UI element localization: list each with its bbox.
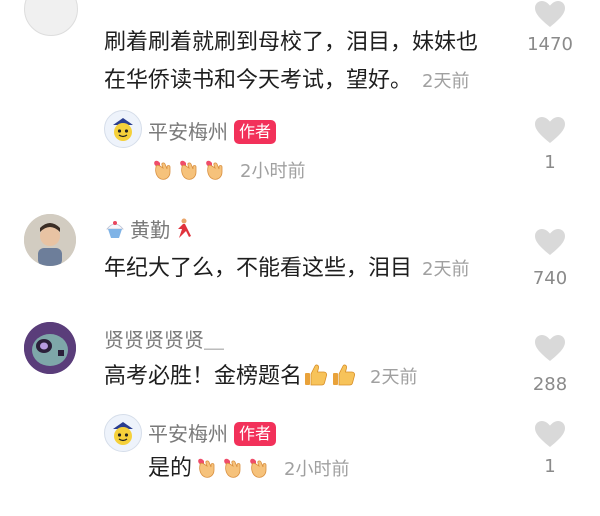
finger-heart-emoji: [178, 157, 200, 181]
author-badge: 作者: [234, 422, 277, 446]
like-button[interactable]: 740: [520, 228, 580, 289]
dancer-emoji: [178, 218, 191, 238]
finger-heart-emoji: [204, 157, 226, 181]
heart-icon: [534, 334, 566, 362]
child-photo-avatar: [24, 214, 76, 266]
like-count: 1: [544, 152, 556, 173]
finger-heart-emoji: [222, 455, 244, 479]
reply-username-row: 平安梅州 作者: [148, 418, 277, 447]
reply-item: 平安梅州 作者 是的 2小时前 1: [0, 412, 600, 516]
comment-username[interactable]: 黄勤: [130, 218, 170, 242]
heart-icon: [534, 0, 566, 28]
comment-username-row: 黄勤: [104, 214, 198, 243]
finger-heart-emoji: [196, 455, 218, 479]
reply-text: 是的 2小时前: [148, 450, 349, 489]
comment-item: 贤贤贤贤贤＿ 高考必胜！金榜题名 2天前 288: [0, 318, 600, 408]
alien-avatar: [24, 322, 76, 374]
like-count: 288: [532, 374, 568, 395]
thumbs-up-emoji: [304, 363, 328, 387]
like-button[interactable]: 1470: [520, 0, 580, 55]
reply-item: 平安梅州 作者 2小时前 1: [0, 108, 600, 198]
reply-time: 2小时前: [284, 459, 350, 480]
avatar[interactable]: [24, 322, 76, 374]
author-badge: 作者: [234, 120, 277, 144]
comment-item: 刷着刷着就刷到母校了，泪目，妹妹也 在华侨读书和今天考试，望好。 2天前 1470: [0, 0, 600, 100]
like-count: 740: [532, 268, 568, 289]
comment-time: 2天前: [370, 367, 418, 388]
shaved-ice-emoji: [106, 221, 124, 238]
comment-text-line: 高考必胜！金榜题名: [104, 364, 303, 389]
reply-text-line: 是的: [148, 456, 193, 481]
comment-time: 2天前: [422, 259, 470, 280]
police-mascot-icon: [113, 422, 133, 445]
comment-text-line: 刷着刷着就刷到母校了，泪目，妹妹也: [104, 30, 479, 55]
heart-icon: [534, 420, 566, 448]
reply-time: 2小时前: [240, 161, 306, 182]
heart-icon: [534, 116, 566, 144]
comment-time: 2天前: [422, 71, 470, 92]
like-button[interactable]: 288: [520, 334, 580, 395]
thumbs-up-emoji: [332, 363, 356, 387]
reply-username-row: 平安梅州 作者: [148, 116, 277, 145]
reply-username[interactable]: 平安梅州: [148, 120, 228, 144]
finger-heart-emoji: [152, 157, 174, 181]
comment-username[interactable]: 贤贤贤贤贤＿: [104, 324, 224, 353]
comment-text-line: 在华侨读书和今天考试，望好。: [104, 68, 413, 93]
finger-heart-emoji: [248, 455, 270, 479]
comment-text: 刷着刷着就刷到母校了，泪目，妹妹也 在华侨读书和今天考试，望好。 2天前: [104, 24, 478, 101]
comment-text: 年纪大了么，不能看这些，泪目 2天前: [104, 250, 469, 289]
avatar[interactable]: [104, 414, 142, 452]
police-mascot-icon: [113, 118, 133, 141]
avatar[interactable]: [24, 0, 78, 36]
reply-username[interactable]: 平安梅州: [148, 422, 228, 446]
avatar[interactable]: [24, 214, 76, 266]
comment-item: 黄勤 年纪大了么，不能看这些，泪目 2天前 740: [0, 210, 600, 305]
comment-text: 高考必胜！金榜题名 2天前: [104, 358, 417, 397]
reply-text: 2小时前: [152, 152, 305, 191]
like-button[interactable]: 1: [520, 116, 580, 173]
comment-text-line: 年纪大了么，不能看这些，泪目: [104, 256, 413, 281]
heart-icon: [534, 228, 566, 256]
like-button[interactable]: 1: [520, 420, 580, 477]
avatar[interactable]: [104, 110, 142, 148]
like-count: 1: [544, 456, 556, 477]
like-count: 1470: [527, 34, 573, 55]
